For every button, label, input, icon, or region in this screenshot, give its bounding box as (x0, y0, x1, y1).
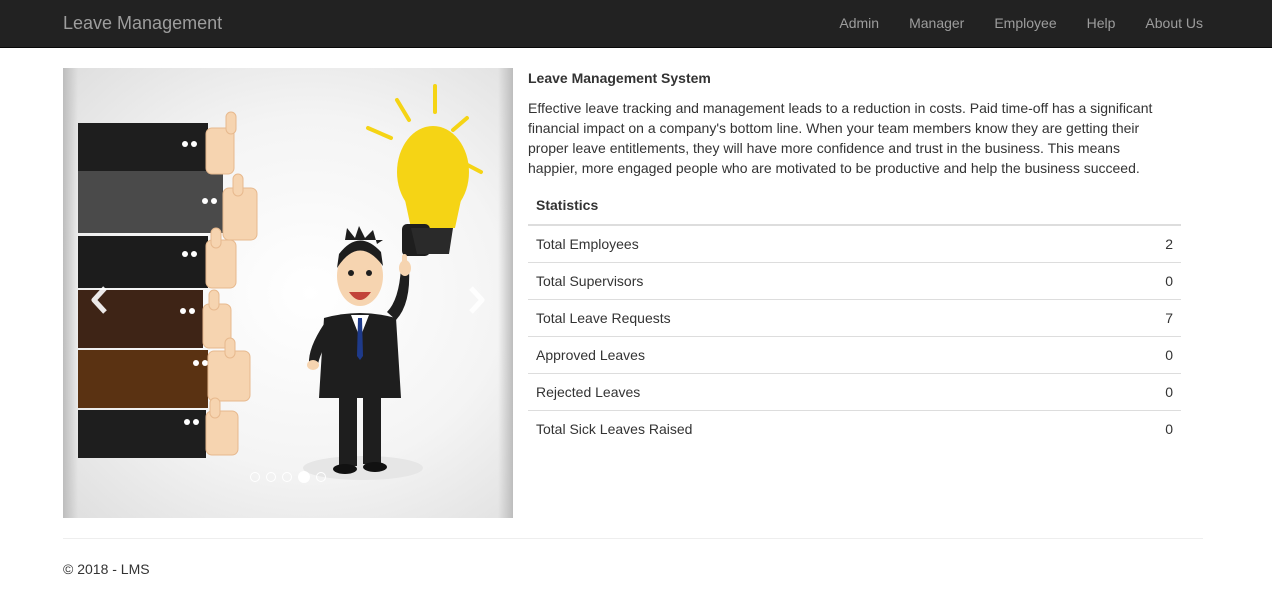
table-row: Total Sick Leaves Raised 0 (528, 410, 1181, 447)
stat-label: Total Leave Requests (528, 299, 1102, 337)
carousel-prev-button[interactable] (85, 280, 115, 320)
intro-paragraph: Effective leave tracking and management … (528, 100, 1153, 176)
carousel-slide-image (78, 84, 483, 480)
businessman-illustration (303, 226, 423, 480)
nav-help[interactable]: Help (1072, 0, 1131, 48)
carousel-indicator[interactable] (250, 472, 260, 482)
stat-label: Total Sick Leaves Raised (536, 420, 693, 437)
chevron-left-icon (91, 286, 107, 314)
carousel-indicator[interactable] (282, 472, 292, 482)
carousel-indicator[interactable] (266, 472, 276, 482)
carousel-next-button[interactable] (461, 280, 491, 320)
table-row: Total Leave Requests 7 (528, 299, 1181, 337)
brand-link[interactable]: Leave Management (63, 12, 222, 34)
table-row: Approved Leaves 0 (528, 336, 1181, 374)
table-row: Total Supervisors 0 (528, 262, 1181, 300)
table-row: Rejected Leaves 0 (528, 373, 1181, 411)
footer-divider (63, 538, 1203, 539)
stat-label: Total Employees (528, 225, 1102, 263)
nav-admin[interactable]: Admin (824, 0, 894, 48)
stat-value: 2 (1101, 225, 1181, 263)
nav-menu: Admin Manager Employee Help About Us (824, 0, 1203, 48)
carousel-indicator[interactable] (316, 472, 326, 482)
page-title: Leave Management System (528, 70, 711, 86)
nav-about-us[interactable]: About Us (1130, 0, 1203, 48)
main-content: Leave Management System Effective leave … (528, 68, 1181, 447)
table-header-row: Statistics (528, 186, 1181, 226)
table-row: Total Employees 2 (528, 225, 1181, 263)
stat-value: 0 (1165, 420, 1173, 437)
nav-manager[interactable]: Manager (894, 0, 979, 48)
stat-label: Rejected Leaves (528, 373, 1102, 411)
footer-copyright: © 2018 - LMS (63, 561, 150, 577)
light-bulb-icon (366, 84, 483, 256)
statistics-table: Statistics Total Employees 2 Total Super… (528, 186, 1181, 447)
nav-employee[interactable]: Employee (979, 0, 1071, 48)
carousel-left-shade (63, 68, 78, 518)
carousel-indicator-active[interactable] (298, 471, 310, 483)
carousel-indicators (250, 471, 326, 483)
stat-value: 0 (1101, 262, 1181, 300)
statistics-header: Statistics (528, 186, 1181, 226)
chevron-right-icon (469, 286, 485, 314)
carousel-right-shade (498, 68, 513, 518)
stat-value: 0 (1101, 336, 1181, 374)
navbar: Leave Management Admin Manager Employee … (0, 0, 1272, 48)
image-carousel[interactable] (63, 68, 513, 518)
stat-label: Approved Leaves (528, 336, 1102, 374)
stat-value: 0 (1101, 373, 1181, 411)
stat-value: 7 (1101, 299, 1181, 337)
stat-label: Total Supervisors (528, 262, 1102, 300)
